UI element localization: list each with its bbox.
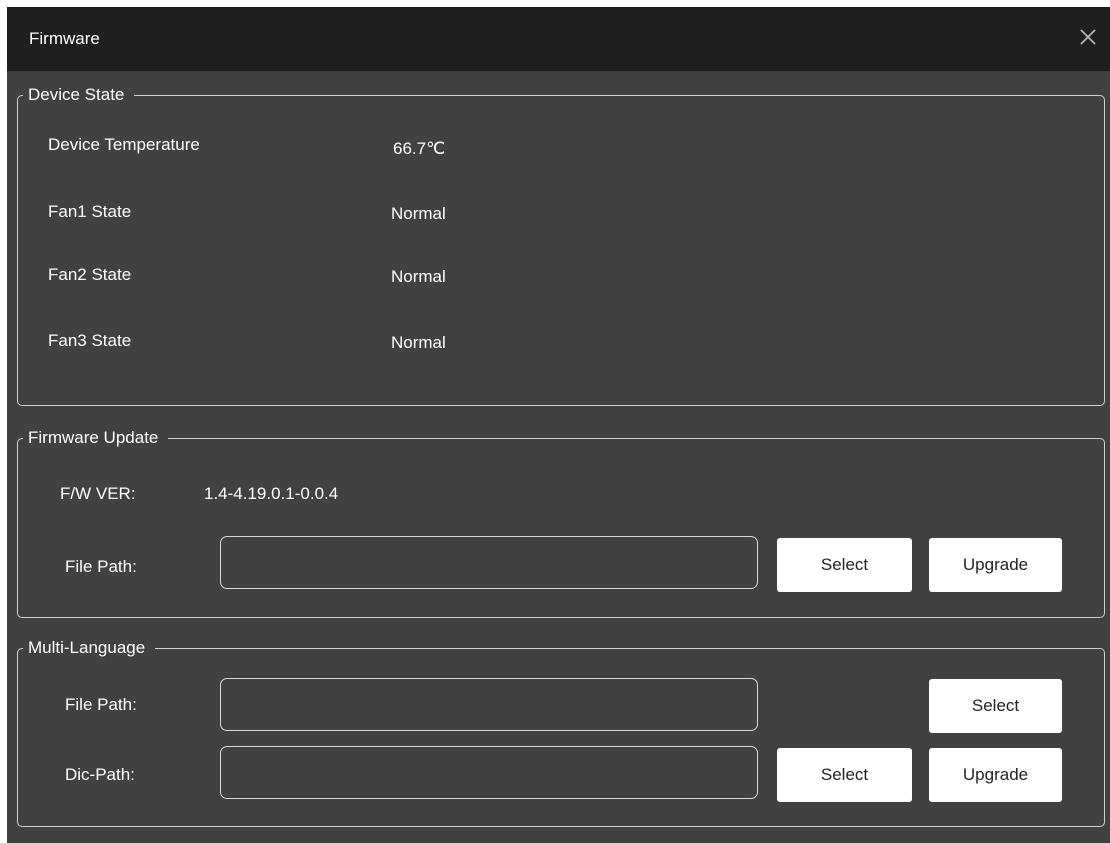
device-state-legend: Device State bbox=[23, 84, 135, 106]
firmware-file-path-input[interactable] bbox=[220, 536, 758, 589]
window-title: Firmware bbox=[29, 29, 100, 48]
language-file-path-label: File Path: bbox=[65, 695, 137, 714]
dic-select-button[interactable]: Select bbox=[777, 748, 912, 802]
firmware-version-value: 1.4-4.19.0.1-0.0.4 bbox=[204, 484, 339, 503]
language-file-path-input[interactable] bbox=[220, 678, 758, 731]
device-temperature-value: 66.7℃ bbox=[393, 139, 446, 158]
fan1-state-label: Fan1 State bbox=[48, 202, 132, 221]
language-upgrade-button[interactable]: Upgrade bbox=[929, 748, 1062, 802]
multi-language-group: Multi-Language File Path: Select Dic-Pat… bbox=[17, 637, 1105, 827]
firmware-dialog: Firmware Device State Device Temperature… bbox=[7, 7, 1110, 843]
dic-path-input[interactable] bbox=[220, 746, 758, 799]
device-state-group: Device State Device Temperature 66.7℃ Fa… bbox=[17, 84, 1105, 406]
firmware-version-label: F/W VER: bbox=[60, 484, 136, 503]
firmware-file-path-label: File Path: bbox=[65, 557, 137, 576]
dic-path-label: Dic-Path: bbox=[65, 765, 135, 784]
fan2-state-value: Normal bbox=[391, 267, 446, 286]
firmware-upgrade-button[interactable]: Upgrade bbox=[929, 538, 1062, 592]
firmware-select-button[interactable]: Select bbox=[777, 538, 912, 592]
fan3-state-label: Fan3 State bbox=[48, 331, 132, 350]
fan2-state-label: Fan2 State bbox=[48, 265, 132, 284]
close-icon[interactable] bbox=[1074, 23, 1102, 51]
firmware-update-legend: Firmware Update bbox=[23, 427, 169, 449]
language-file-select-button[interactable]: Select bbox=[929, 679, 1062, 733]
fan3-state-value: Normal bbox=[391, 333, 446, 352]
fan1-state-value: Normal bbox=[391, 204, 446, 223]
multi-language-legend: Multi-Language bbox=[23, 637, 156, 659]
firmware-update-group: Firmware Update F/W VER: 1.4-4.19.0.1-0.… bbox=[17, 427, 1105, 618]
device-temperature-label: Device Temperature bbox=[48, 135, 200, 154]
title-bar: Firmware bbox=[7, 7, 1110, 71]
